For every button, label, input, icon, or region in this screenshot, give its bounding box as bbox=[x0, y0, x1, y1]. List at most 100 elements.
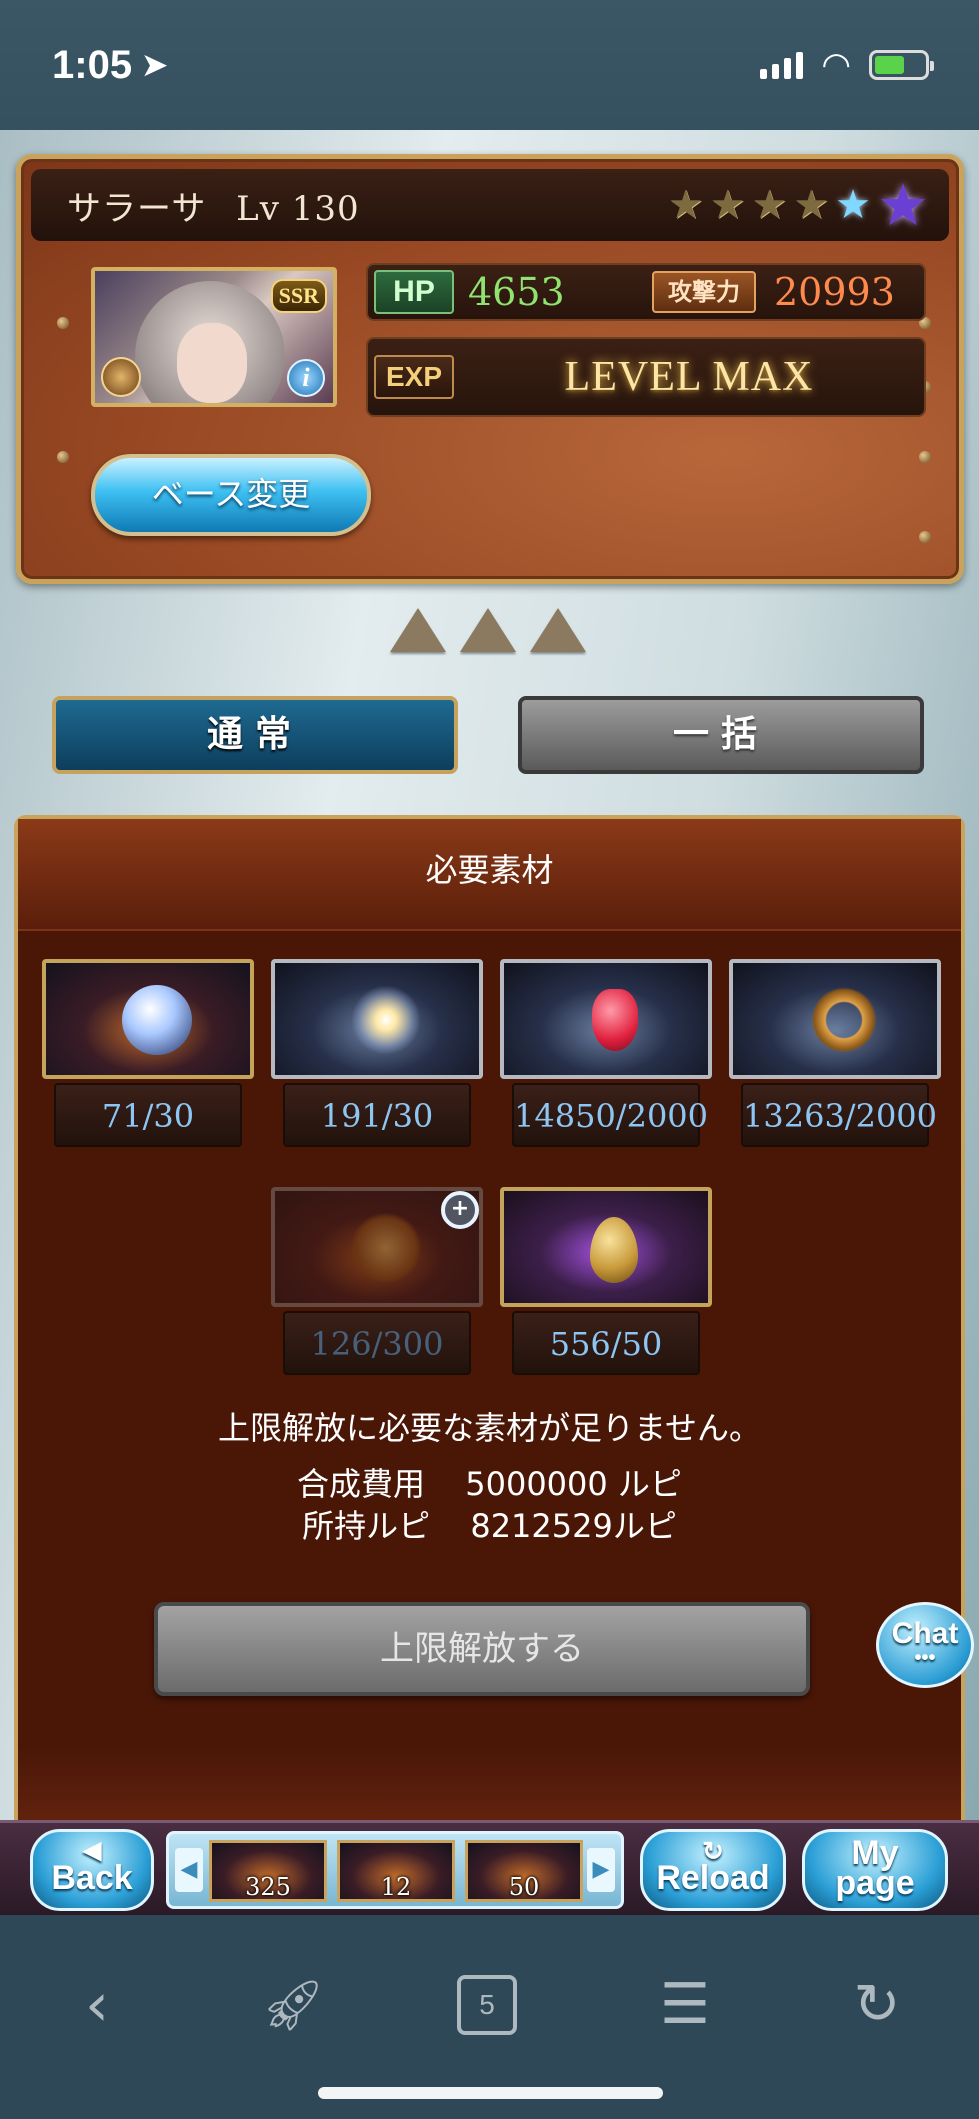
material-count: 14850/2000 bbox=[512, 1083, 708, 1147]
battery-icon bbox=[869, 50, 934, 80]
strip-item-count: 50 bbox=[508, 1873, 540, 1901]
star-icon: ★ bbox=[793, 182, 830, 228]
status-bar: 1:05 ➤ ◠ bbox=[0, 0, 979, 130]
reload-button[interactable]: ↻ Reload bbox=[640, 1829, 786, 1911]
info-icon[interactable]: i bbox=[287, 359, 325, 397]
material-item[interactable]: 71/30 bbox=[42, 959, 254, 1147]
tab-bulk[interactable]: 一括 bbox=[518, 696, 924, 774]
wifi-icon: ◠ bbox=[821, 45, 851, 85]
character-header: サラーサ Lv 130 ★ ★ ★ ★ ★ ★ bbox=[31, 169, 949, 241]
strip-item[interactable]: 325 bbox=[209, 1840, 327, 1902]
exp-label: EXP bbox=[374, 355, 454, 399]
status-indicators: ◠ bbox=[760, 45, 934, 85]
level-max-text: LEVEL MAX bbox=[564, 354, 814, 400]
material-image bbox=[729, 959, 941, 1079]
material-item[interactable]: 14850/2000 bbox=[500, 959, 712, 1147]
menu-icon[interactable]: ☰ bbox=[650, 1970, 720, 2040]
rivet-decoration bbox=[57, 451, 69, 463]
material-count: 191/30 bbox=[283, 1083, 471, 1147]
character-panel: サラーサ Lv 130 ★ ★ ★ ★ ★ ★ SSR i HP 4653 攻撃… bbox=[16, 154, 964, 584]
attack-value: 20993 bbox=[774, 270, 895, 314]
material-count: 126/300 bbox=[283, 1311, 471, 1375]
material-image bbox=[271, 959, 483, 1079]
browser-back-icon[interactable]: ‹ bbox=[62, 1970, 132, 2040]
strip-prev-arrow-icon[interactable]: ◀ bbox=[175, 1848, 203, 1892]
strip-next-arrow-icon[interactable]: ▶ bbox=[587, 1848, 615, 1892]
material-count: 13263/2000 bbox=[741, 1083, 937, 1147]
orb-icon bbox=[122, 985, 192, 1055]
material-item[interactable]: 556/50 bbox=[500, 1187, 712, 1375]
base-change-button[interactable]: ベース変更 bbox=[91, 454, 371, 536]
cost-value: 5000000 ルピ bbox=[465, 1465, 682, 1503]
up-arrow-icon bbox=[460, 608, 516, 652]
chat-dots-icon: ••• bbox=[914, 1647, 936, 1669]
home-indicator bbox=[318, 2087, 663, 2099]
cost-row: 合成費用 5000000 ルピ bbox=[18, 1459, 961, 1505]
insufficient-materials-message: 上限解放に必要な素材が足りません。 bbox=[217, 1409, 762, 1447]
star-icon: ★ bbox=[667, 182, 704, 228]
material-count: 556/50 bbox=[512, 1311, 700, 1375]
purple-star-icon: ★ bbox=[877, 171, 929, 239]
battery-fill bbox=[875, 56, 904, 74]
material-image bbox=[500, 1187, 712, 1307]
owned-value: 8212529ルピ bbox=[470, 1507, 677, 1545]
portrait-face bbox=[177, 323, 247, 403]
hp-label: HP bbox=[374, 270, 454, 314]
rivet-decoration bbox=[57, 317, 69, 329]
material-item[interactable]: 191/30 bbox=[271, 959, 483, 1147]
star-icon: ★ bbox=[751, 182, 788, 228]
rocket-icon[interactable]: 🚀︎ bbox=[258, 1970, 328, 2040]
element-icon bbox=[101, 357, 141, 397]
game-nav-bar: ◀ Back ◀ 325 12 50 ▶ ↻ Reload My page bbox=[0, 1820, 979, 1915]
chat-button[interactable]: Chat ••• bbox=[876, 1602, 974, 1688]
red-crystal-icon bbox=[592, 989, 638, 1051]
cost-label: 合成費用 bbox=[297, 1465, 426, 1503]
gold-fang-icon bbox=[590, 1217, 638, 1283]
ssr-badge: SSR bbox=[270, 279, 327, 313]
chat-label: Chat bbox=[891, 1617, 959, 1650]
owned-label: 所持ルピ bbox=[302, 1507, 431, 1545]
gold-ring-icon bbox=[809, 985, 879, 1055]
refresh-icon[interactable]: ↻ bbox=[842, 1970, 912, 2040]
attack-label: 攻撃力 bbox=[652, 271, 756, 313]
mypage-button[interactable]: My page bbox=[802, 1829, 948, 1911]
status-time-text: 1:05 bbox=[52, 42, 133, 87]
reload-label: Reload bbox=[656, 1859, 770, 1897]
location-arrow-icon: ➤ bbox=[142, 48, 168, 82]
back-button[interactable]: ◀ Back bbox=[30, 1829, 154, 1911]
uncap-stars: ★ ★ ★ ★ ★ ★ bbox=[668, 171, 929, 239]
tab-normal[interactable]: 通常 bbox=[52, 696, 458, 774]
material-item[interactable]: 13263/2000 bbox=[729, 959, 941, 1147]
character-level: Lv 130 bbox=[236, 188, 360, 229]
item-strip: ◀ 325 12 50 ▶ bbox=[166, 1831, 624, 1909]
up-arrow-icon bbox=[390, 608, 446, 652]
character-portrait[interactable]: SSR i bbox=[91, 267, 337, 407]
character-name: サラーサ bbox=[67, 188, 207, 229]
strip-item-count: 325 bbox=[245, 1873, 291, 1901]
strip-item[interactable]: 12 bbox=[337, 1840, 455, 1902]
materials-title: 必要素材 bbox=[18, 819, 961, 931]
star-icon: ★ bbox=[709, 182, 746, 228]
cellular-signal-icon bbox=[760, 51, 804, 79]
strip-item[interactable]: 50 bbox=[465, 1840, 583, 1902]
exp-row: EXP LEVEL MAX bbox=[366, 337, 926, 417]
hp-atk-row: HP 4653 攻撃力 20993 bbox=[366, 263, 926, 321]
light-orb-icon bbox=[351, 985, 421, 1055]
zoom-icon[interactable]: + bbox=[441, 1191, 479, 1229]
material-image bbox=[500, 959, 712, 1079]
back-label: Back bbox=[51, 1859, 133, 1897]
game-area: サラーサ Lv 130 ★ ★ ★ ★ ★ ★ SSR i HP 4653 攻撃… bbox=[0, 130, 979, 1820]
blue-star-icon: ★ bbox=[835, 182, 871, 228]
material-image bbox=[42, 959, 254, 1079]
strip-item-count: 12 bbox=[380, 1873, 412, 1901]
rivet-decoration bbox=[919, 451, 931, 463]
material-item[interactable]: + 126/300 bbox=[271, 1187, 483, 1375]
status-time: 1:05 ➤ bbox=[52, 43, 167, 88]
rivet-decoration bbox=[919, 531, 931, 543]
mypage-label-line2: page bbox=[835, 1864, 915, 1902]
limit-break-button[interactable]: 上限解放する bbox=[154, 1602, 810, 1696]
character-title: サラーサ Lv 130 bbox=[67, 181, 360, 230]
up-arrow-icon bbox=[530, 608, 586, 652]
upgrade-arrows bbox=[390, 608, 586, 652]
tabs-count-button[interactable]: 5 bbox=[457, 1975, 517, 2035]
